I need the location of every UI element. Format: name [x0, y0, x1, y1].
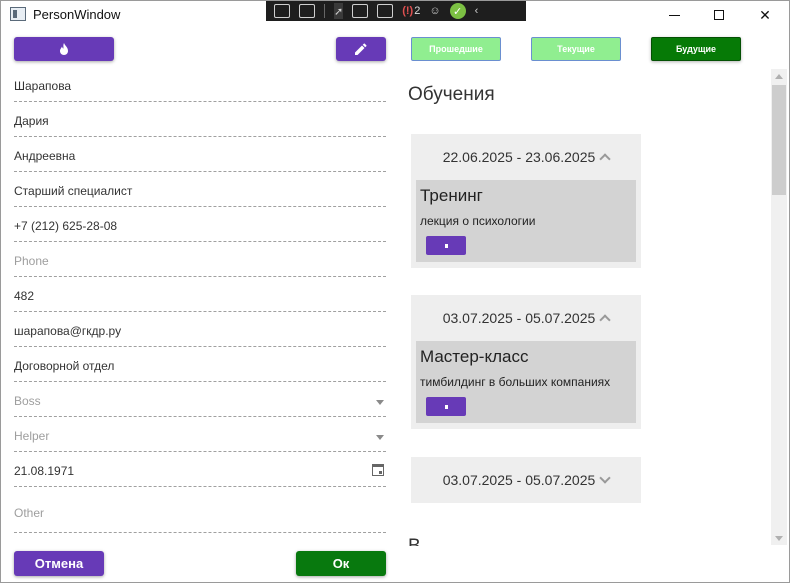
work-phone-value: +7 (212) 625-28-08	[14, 219, 118, 233]
other-placeholder: Other	[14, 506, 45, 520]
training-card-header[interactable]: 22.06.2025 - 23.06.2025	[411, 134, 641, 180]
last-name-field[interactable]: Шарапова	[14, 75, 386, 102]
cancel-button[interactable]: Отмена	[14, 551, 104, 576]
filter-future-button[interactable]: Будущие	[651, 37, 741, 61]
dropdown-arrow-icon	[376, 400, 384, 405]
training-name: Тренинг	[420, 186, 483, 205]
training-card-header[interactable]: 03.07.2025 - 05.07.2025	[411, 295, 641, 341]
trash-icon	[444, 243, 448, 248]
maximize-button[interactable]	[696, 1, 742, 29]
email-field[interactable]: шарапова@гкдр.ру	[14, 320, 386, 347]
preview-icon[interactable]	[299, 4, 315, 18]
chevron-up-icon	[599, 153, 611, 165]
department-value: Договорной отдел	[14, 359, 115, 373]
training-details: Тренинг лекция о психологии	[416, 180, 636, 262]
trainings-title: Обучения	[408, 84, 495, 105]
birthday-datepicker[interactable]: 21.08.1971	[14, 460, 386, 487]
close-button[interactable]: ✕	[742, 1, 788, 29]
chevron-up-icon	[599, 314, 611, 326]
close-icon: ✕	[759, 6, 771, 23]
room-field[interactable]: 482	[14, 285, 386, 312]
position-field[interactable]: Старший специалист	[14, 180, 386, 207]
boss-select[interactable]: Boss	[14, 390, 386, 417]
checked-icon[interactable]: ✓	[449, 3, 466, 19]
training-description: лекция о психологии	[420, 214, 536, 228]
patronymic-value: Андреевна	[14, 149, 76, 163]
debug-toolbar: ➚ (!) 2 ☺ ✓ ‹	[266, 1, 526, 21]
selection-arrow-icon[interactable]: ➚	[334, 3, 344, 19]
scrollbar-thumb[interactable]	[772, 85, 786, 195]
select-element-icon[interactable]	[274, 4, 290, 18]
hot-reload-icon[interactable]	[377, 4, 394, 18]
training-card-header[interactable]: 03.07.2025 - 05.07.2025	[411, 457, 641, 503]
edit-button[interactable]	[336, 37, 386, 61]
boss-placeholder: Boss	[14, 394, 41, 408]
helper-select[interactable]: Helper	[14, 425, 386, 452]
first-name-value: Дария	[14, 114, 49, 128]
trash-icon	[444, 404, 448, 409]
scroll-up-icon[interactable]	[771, 69, 787, 83]
filter-current-button[interactable]: Текущие	[531, 37, 621, 61]
scroll-down-icon[interactable]	[771, 531, 787, 545]
delete-training-button[interactable]	[426, 397, 466, 416]
department-field[interactable]: Договорной отдел	[14, 355, 386, 382]
training-dates: 03.07.2025 - 05.07.2025	[442, 310, 596, 326]
training-dates: 22.06.2025 - 23.06.2025	[442, 149, 596, 165]
ok-button[interactable]: Ок	[296, 551, 386, 576]
window-title: PersonWindow	[33, 7, 121, 22]
binding-failures-icon[interactable]: (!) 2	[402, 3, 420, 19]
position-value: Старший специалист	[14, 184, 133, 198]
toolbar-separator	[324, 4, 325, 18]
training-description: тимбилдинг в больших компаниях	[420, 375, 611, 389]
calendar-icon[interactable]	[372, 464, 384, 476]
app-window-icon	[10, 7, 26, 21]
training-name: Мастер-класс	[420, 347, 529, 366]
pencil-icon	[355, 43, 367, 55]
patronymic-field[interactable]: Андреевна	[14, 145, 386, 172]
other-field[interactable]: Other	[14, 502, 386, 533]
training-details: Мастер-класс тимбилдинг в больших компан…	[416, 341, 636, 423]
next-section-title: В	[408, 536, 421, 546]
chevron-down-icon	[599, 472, 611, 484]
minimize-icon	[668, 14, 680, 16]
phone-field[interactable]: Phone	[14, 250, 386, 277]
dropdown-arrow-icon	[376, 435, 384, 440]
training-card: 03.07.2025 - 05.07.2025	[411, 457, 641, 503]
fire-icon	[60, 43, 68, 55]
training-dates: 03.07.2025 - 05.07.2025	[442, 472, 596, 488]
person-window: PersonWindow ✕ ➚ (!) 2 ☺ ✓ ‹ Шарапова Дар…	[0, 0, 790, 583]
helper-placeholder: Helper	[14, 429, 50, 443]
minimize-button[interactable]	[651, 1, 697, 29]
maximize-icon	[714, 10, 724, 20]
first-name-field[interactable]: Дария	[14, 110, 386, 137]
email-value: шарапова@гкдр.ру	[14, 324, 122, 338]
delete-training-button[interactable]	[426, 236, 466, 255]
collapse-icon[interactable]: ‹	[475, 3, 479, 19]
last-name-value: Шарапова	[14, 79, 72, 93]
room-value: 482	[14, 289, 35, 303]
training-card: 22.06.2025 - 23.06.2025 Тренинг лекция о…	[411, 134, 641, 268]
phone-placeholder: Phone	[14, 254, 49, 268]
birthday-value: 21.08.1971	[14, 464, 75, 478]
vertical-scrollbar[interactable]	[771, 69, 787, 545]
accessibility-icon[interactable]: ☺	[429, 3, 440, 19]
binding-failures-count: 2	[414, 5, 421, 17]
filter-past-button[interactable]: Прошедшие	[411, 37, 501, 61]
fire-button[interactable]	[14, 37, 114, 61]
training-card: 03.07.2025 - 05.07.2025 Мастер-класс тим…	[411, 295, 641, 429]
layout-adorner-icon[interactable]	[352, 4, 369, 18]
work-phone-field[interactable]: +7 (212) 625-28-08	[14, 215, 386, 242]
